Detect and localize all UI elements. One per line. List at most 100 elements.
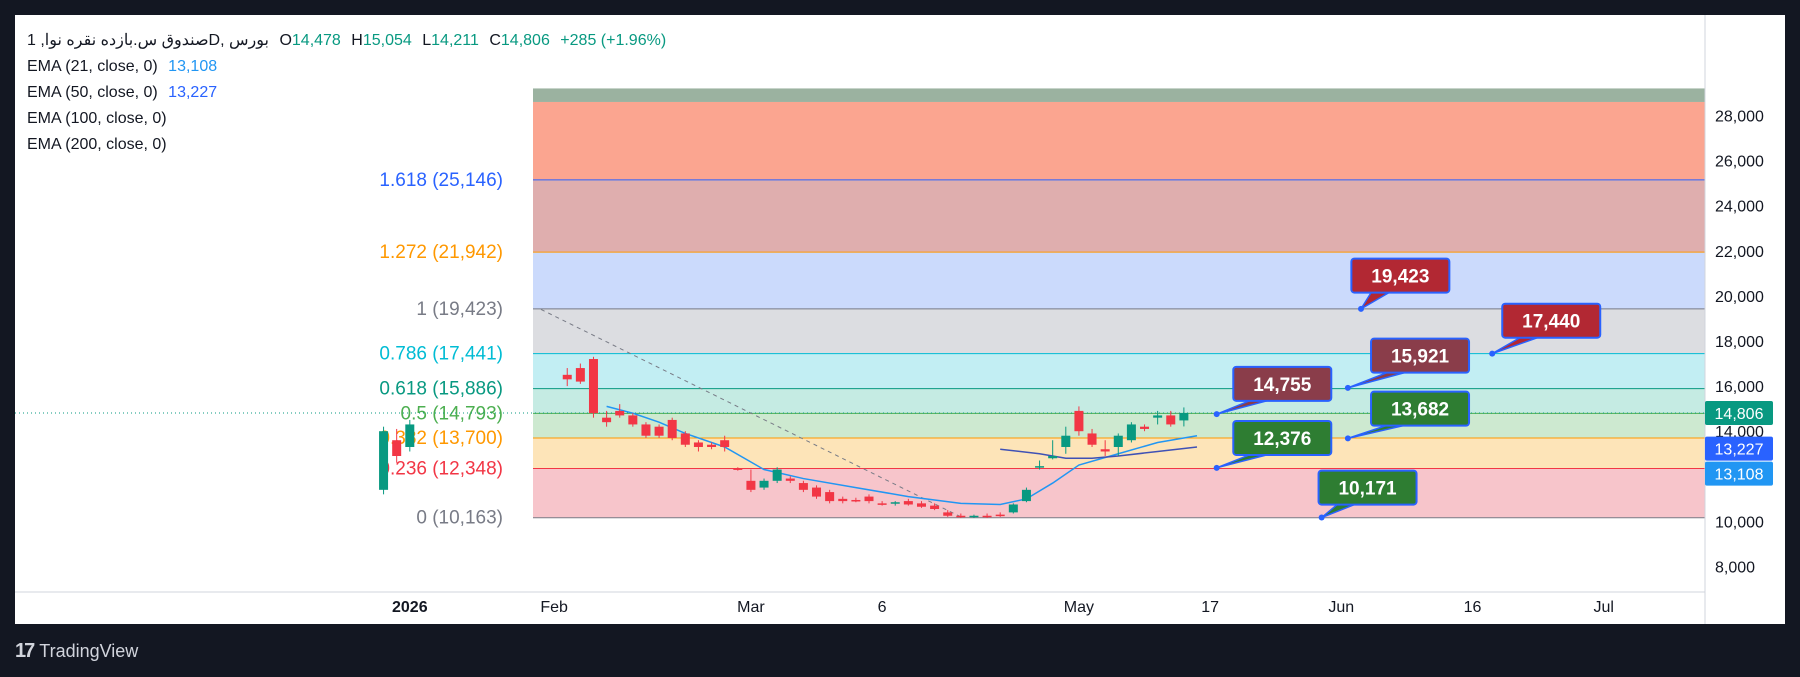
candle-body: [693, 442, 703, 447]
footer: 17 TradingView: [15, 636, 138, 666]
fib-label: 0.236 (12,348): [379, 458, 503, 479]
tradingview-logo-icon[interactable]: 17: [15, 640, 35, 663]
chart-window: 0 (10,163) 0.236 (12,348) 0.382 (13,700) 0.…: [0, 0, 1800, 677]
high-value: 15,054: [362, 32, 412, 49]
candle-body: [680, 433, 690, 445]
y-tick-label: 16,000: [1715, 379, 1764, 396]
symbol-row[interactable]: صندوق س.بازده نقره نوا, 1D, بورس O14,478…: [27, 28, 672, 54]
candle-body: [1100, 449, 1110, 452]
candle-body: [1113, 435, 1123, 447]
candle-body: [785, 478, 795, 481]
high-label: H: [351, 32, 363, 49]
fib-label: 0.5 (14,793): [401, 403, 503, 424]
candle-body: [825, 492, 835, 502]
callout-anchor: [1213, 464, 1220, 471]
x-tick-label: May: [1064, 599, 1094, 616]
x-tick-label: 17: [1201, 599, 1219, 616]
candle-body: [1048, 456, 1058, 459]
chart-panel[interactable]: 0 (10,163) 0.236 (12,348) 0.382 (13,700) 0.…: [15, 15, 1785, 624]
candle-body: [1166, 415, 1176, 425]
callout-label: 13,682: [1391, 400, 1449, 421]
fib-zone: [533, 101, 1705, 180]
callout-label: 10,171: [1338, 479, 1397, 500]
candle-body: [1008, 504, 1018, 513]
price-label: 14,806: [1715, 406, 1764, 423]
candle-body: [746, 480, 756, 490]
callout-label: 17,440: [1522, 312, 1580, 333]
candle-body: [628, 415, 638, 425]
candle-body: [1087, 433, 1097, 445]
candle-body: [602, 417, 612, 423]
candle-body: [392, 440, 402, 457]
y-tick-label: 20,000: [1715, 289, 1764, 306]
candle-body: [877, 503, 887, 505]
callout-label: 14,755: [1253, 375, 1312, 396]
x-tick-label: 2026: [392, 599, 428, 616]
indicator-label: EMA (21, close, 0): [27, 58, 158, 75]
indicator-ema21[interactable]: EMA (21, close, 0) 13,108: [27, 54, 672, 80]
candle-body: [1140, 426, 1150, 429]
callout-anchor: [1358, 305, 1364, 312]
candle-body: [838, 498, 848, 502]
low-value: 14,211: [431, 32, 479, 49]
x-tick-label: Jul: [1593, 599, 1613, 616]
open-value: 14,478: [291, 32, 341, 49]
candle-body: [1035, 466, 1045, 468]
candle-body: [405, 424, 415, 447]
candle-body: [654, 426, 664, 436]
tradingview-logo-text[interactable]: TradingView: [39, 641, 138, 662]
candle-body: [995, 514, 1005, 517]
indicator-label: EMA (50, close, 0): [27, 84, 158, 101]
candle-body: [903, 501, 913, 505]
candle-body: [864, 496, 874, 502]
callout-label: 15,921: [1391, 347, 1450, 368]
fib-label: 0.618 (15,886): [379, 379, 503, 400]
candle-body: [379, 431, 389, 490]
candle-body: [1179, 413, 1189, 421]
indicator-ema100[interactable]: EMA (100, close, 0): [27, 106, 672, 132]
fib-zone: [533, 468, 1705, 518]
x-tick-label: Jun: [1328, 599, 1354, 616]
fib-label: 1 (19,423): [416, 299, 503, 320]
x-tick-label: 16: [1464, 599, 1482, 616]
callout-anchor: [1318, 514, 1325, 521]
candle-body: [707, 444, 717, 447]
symbol-name[interactable]: صندوق س.بازده نقره نوا, 1D, بورس: [27, 32, 269, 49]
x-tick-label: Mar: [737, 599, 765, 616]
candle-body: [798, 483, 808, 490]
candle-body: [667, 419, 677, 438]
open-label: O: [279, 32, 292, 49]
candle-body: [1126, 424, 1136, 441]
candle-body: [588, 359, 598, 414]
close-value: 14,806: [500, 32, 550, 49]
x-tick-label: Feb: [540, 599, 568, 616]
callout-anchor: [1213, 411, 1220, 418]
fib-zone: [533, 413, 1705, 438]
indicator-value: 13,108: [168, 58, 218, 75]
fib-zone: [533, 353, 1705, 389]
fib-zone: [533, 252, 1705, 309]
callout-label: 12,376: [1253, 429, 1311, 450]
y-tick-label: 18,000: [1715, 334, 1764, 351]
y-tick-label: 22,000: [1715, 244, 1764, 261]
y-tick-label: 10,000: [1715, 514, 1764, 531]
y-tick-label: 8,000: [1715, 560, 1755, 577]
candle-body: [562, 374, 572, 380]
y-tick-label: 24,000: [1715, 199, 1764, 216]
callout-anchor: [1344, 384, 1351, 391]
candle-body: [1153, 415, 1163, 418]
candle-body: [930, 505, 940, 509]
price-label: 13,227: [1715, 442, 1764, 459]
candle-body: [1074, 410, 1084, 432]
fib-label: 1.618 (25,146): [379, 170, 503, 191]
candle-body: [759, 480, 769, 488]
candle-body: [943, 512, 953, 516]
indicator-label: EMA (100, close, 0): [27, 110, 167, 127]
candle-body: [982, 515, 992, 518]
y-tick-label: 28,000: [1715, 109, 1764, 126]
indicator-ema200[interactable]: EMA (200, close, 0): [27, 132, 672, 158]
candle-body: [720, 440, 730, 447]
callout-label: 19,423: [1371, 267, 1429, 288]
indicator-ema50[interactable]: EMA (50, close, 0) 13,227: [27, 80, 672, 106]
candle-body: [733, 468, 743, 470]
